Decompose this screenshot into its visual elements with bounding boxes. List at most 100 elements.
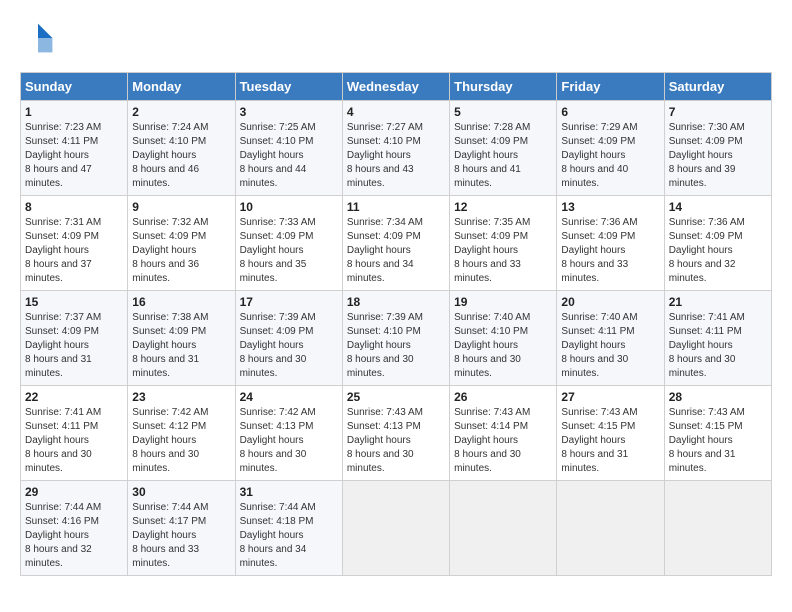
calendar-cell: 6 Sunrise: 7:29 AMSunset: 4:09 PMDaylight… — [557, 101, 664, 196]
day-info: Sunrise: 7:41 AMSunset: 4:11 PMDaylight … — [25, 406, 123, 476]
logo-icon — [20, 20, 56, 56]
calendar-cell: 21 Sunrise: 7:41 AMSunset: 4:11 PMDayligh… — [664, 291, 771, 386]
day-number: 15 — [25, 295, 123, 309]
day-number: 23 — [132, 390, 230, 404]
calendar-cell: 9Sunrise: 7:32 AMSunset: 4:09 PMDaylight… — [128, 196, 235, 291]
calendar-cell: 16 Sunrise: 7:38 AMSunset: 4:09 PMDayligh… — [128, 291, 235, 386]
day-number: 5 — [454, 105, 552, 119]
calendar-cell: 27 Sunrise: 7:43 AMSunset: 4:15 PMDayligh… — [557, 386, 664, 481]
day-info: Sunrise: 7:44 AMSunset: 4:17 PMDaylight … — [132, 501, 230, 571]
calendar-cell: 13 Sunrise: 7:36 AMSunset: 4:09 PMDayligh… — [557, 196, 664, 291]
day-number: 27 — [561, 390, 659, 404]
day-info: Sunrise: 7:24 AMSunset: 4:10 PMDaylight … — [132, 121, 230, 191]
day-number: 29 — [25, 485, 123, 499]
calendar-cell — [664, 481, 771, 576]
day-number: 17 — [240, 295, 338, 309]
day-info: Sunrise: 7:43 AMSunset: 4:15 PMDaylight … — [561, 406, 659, 476]
day-info: Sunrise: 7:42 AMSunset: 4:13 PMDaylight … — [240, 406, 338, 476]
day-number: 30 — [132, 485, 230, 499]
calendar-cell: 4 Sunrise: 7:27 AMSunset: 4:10 PMDaylight… — [342, 101, 449, 196]
calendar-cell: 11 Sunrise: 7:34 AMSunset: 4:09 PMDayligh… — [342, 196, 449, 291]
day-info: Sunrise: 7:43 AMSunset: 4:13 PMDaylight … — [347, 406, 445, 476]
calendar-week-4: 22Sunrise: 7:41 AMSunset: 4:11 PMDayligh… — [21, 386, 772, 481]
calendar-cell: 20Sunrise: 7:40 AMSunset: 4:11 PMDayligh… — [557, 291, 664, 386]
page-header — [20, 20, 772, 56]
day-info: Sunrise: 7:33 AMSunset: 4:09 PMDaylight … — [240, 216, 338, 286]
calendar-cell: 30 Sunrise: 7:44 AMSunset: 4:17 PMDayligh… — [128, 481, 235, 576]
calendar-cell: 18 Sunrise: 7:39 AMSunset: 4:10 PMDayligh… — [342, 291, 449, 386]
day-number: 26 — [454, 390, 552, 404]
day-number: 13 — [561, 200, 659, 214]
day-number: 25 — [347, 390, 445, 404]
day-info: Sunrise: 7:36 AMSunset: 4:09 PMDaylight … — [669, 216, 767, 286]
calendar-cell: 1 Sunrise: 7:23 AMSunset: 4:11 PMDaylight… — [21, 101, 128, 196]
day-info: Sunrise: 7:35 AMSunset: 4:09 PMDaylight … — [454, 216, 552, 286]
calendar-week-2: 8Sunrise: 7:31 AMSunset: 4:09 PMDaylight… — [21, 196, 772, 291]
calendar-cell — [342, 481, 449, 576]
day-number: 21 — [669, 295, 767, 309]
day-number: 7 — [669, 105, 767, 119]
day-number: 4 — [347, 105, 445, 119]
calendar-week-1: 1 Sunrise: 7:23 AMSunset: 4:11 PMDaylight… — [21, 101, 772, 196]
day-number: 24 — [240, 390, 338, 404]
day-info: Sunrise: 7:44 AMSunset: 4:18 PMDaylight … — [240, 501, 338, 571]
calendar-cell: 19 Sunrise: 7:40 AMSunset: 4:10 PMDayligh… — [450, 291, 557, 386]
day-info: Sunrise: 7:36 AMSunset: 4:09 PMDaylight … — [561, 216, 659, 286]
calendar-cell: 2 Sunrise: 7:24 AMSunset: 4:10 PMDaylight… — [128, 101, 235, 196]
day-info: Sunrise: 7:37 AMSunset: 4:09 PMDaylight … — [25, 311, 123, 381]
day-info: Sunrise: 7:25 AMSunset: 4:10 PMDaylight … — [240, 121, 338, 191]
day-header-friday: Friday — [557, 73, 664, 101]
calendar-cell — [450, 481, 557, 576]
calendar-week-5: 29 Sunrise: 7:44 AMSunset: 4:16 PMDayligh… — [21, 481, 772, 576]
day-number: 1 — [25, 105, 123, 119]
day-info: Sunrise: 7:42 AMSunset: 4:12 PMDaylight … — [132, 406, 230, 476]
calendar-cell: 24 Sunrise: 7:42 AMSunset: 4:13 PMDayligh… — [235, 386, 342, 481]
day-number: 31 — [240, 485, 338, 499]
calendar-cell: 29 Sunrise: 7:44 AMSunset: 4:16 PMDayligh… — [21, 481, 128, 576]
day-number: 11 — [347, 200, 445, 214]
day-number: 16 — [132, 295, 230, 309]
day-info: Sunrise: 7:39 AMSunset: 4:09 PMDaylight … — [240, 311, 338, 381]
calendar-cell: 3Sunrise: 7:25 AMSunset: 4:10 PMDaylight… — [235, 101, 342, 196]
calendar-cell: 15 Sunrise: 7:37 AMSunset: 4:09 PMDayligh… — [21, 291, 128, 386]
day-info: Sunrise: 7:44 AMSunset: 4:16 PMDaylight … — [25, 501, 123, 571]
day-info: Sunrise: 7:41 AMSunset: 4:11 PMDaylight … — [669, 311, 767, 381]
calendar-cell: 26 Sunrise: 7:43 AMSunset: 4:14 PMDayligh… — [450, 386, 557, 481]
day-info: Sunrise: 7:23 AMSunset: 4:11 PMDaylight … — [25, 121, 123, 191]
day-header-wednesday: Wednesday — [342, 73, 449, 101]
calendar-cell — [557, 481, 664, 576]
calendar-cell: 23 Sunrise: 7:42 AMSunset: 4:12 PMDayligh… — [128, 386, 235, 481]
calendar-cell: 25 Sunrise: 7:43 AMSunset: 4:13 PMDayligh… — [342, 386, 449, 481]
calendar-cell: 8Sunrise: 7:31 AMSunset: 4:09 PMDaylight… — [21, 196, 128, 291]
calendar-cell: 31 Sunrise: 7:44 AMSunset: 4:18 PMDayligh… — [235, 481, 342, 576]
calendar-cell: 14 Sunrise: 7:36 AMSunset: 4:09 PMDayligh… — [664, 196, 771, 291]
day-info: Sunrise: 7:27 AMSunset: 4:10 PMDaylight … — [347, 121, 445, 191]
day-number: 20 — [561, 295, 659, 309]
day-info: Sunrise: 7:43 AMSunset: 4:15 PMDaylight … — [669, 406, 767, 476]
calendar-cell: 17 Sunrise: 7:39 AMSunset: 4:09 PMDayligh… — [235, 291, 342, 386]
day-info: Sunrise: 7:43 AMSunset: 4:14 PMDaylight … — [454, 406, 552, 476]
day-info: Sunrise: 7:39 AMSunset: 4:10 PMDaylight … — [347, 311, 445, 381]
calendar-cell: 22Sunrise: 7:41 AMSunset: 4:11 PMDayligh… — [21, 386, 128, 481]
calendar-cell: 7Sunrise: 7:30 AMSunset: 4:09 PMDaylight… — [664, 101, 771, 196]
day-info: Sunrise: 7:29 AMSunset: 4:09 PMDaylight … — [561, 121, 659, 191]
calendar-cell: 10Sunrise: 7:33 AMSunset: 4:09 PMDayligh… — [235, 196, 342, 291]
day-number: 14 — [669, 200, 767, 214]
calendar-table: SundayMondayTuesdayWednesdayThursdayFrid… — [20, 72, 772, 576]
day-header-saturday: Saturday — [664, 73, 771, 101]
day-number: 2 — [132, 105, 230, 119]
day-info: Sunrise: 7:40 AMSunset: 4:10 PMDaylight … — [454, 311, 552, 381]
calendar-cell: 5Sunrise: 7:28 AMSunset: 4:09 PMDaylight… — [450, 101, 557, 196]
day-number: 19 — [454, 295, 552, 309]
day-number: 12 — [454, 200, 552, 214]
day-number: 9 — [132, 200, 230, 214]
day-number: 18 — [347, 295, 445, 309]
day-header-monday: Monday — [128, 73, 235, 101]
day-number: 28 — [669, 390, 767, 404]
day-info: Sunrise: 7:38 AMSunset: 4:09 PMDaylight … — [132, 311, 230, 381]
logo — [20, 20, 60, 56]
day-number: 6 — [561, 105, 659, 119]
calendar-cell: 28 Sunrise: 7:43 AMSunset: 4:15 PMDayligh… — [664, 386, 771, 481]
day-info: Sunrise: 7:34 AMSunset: 4:09 PMDaylight … — [347, 216, 445, 286]
header-row: SundayMondayTuesdayWednesdayThursdayFrid… — [21, 73, 772, 101]
